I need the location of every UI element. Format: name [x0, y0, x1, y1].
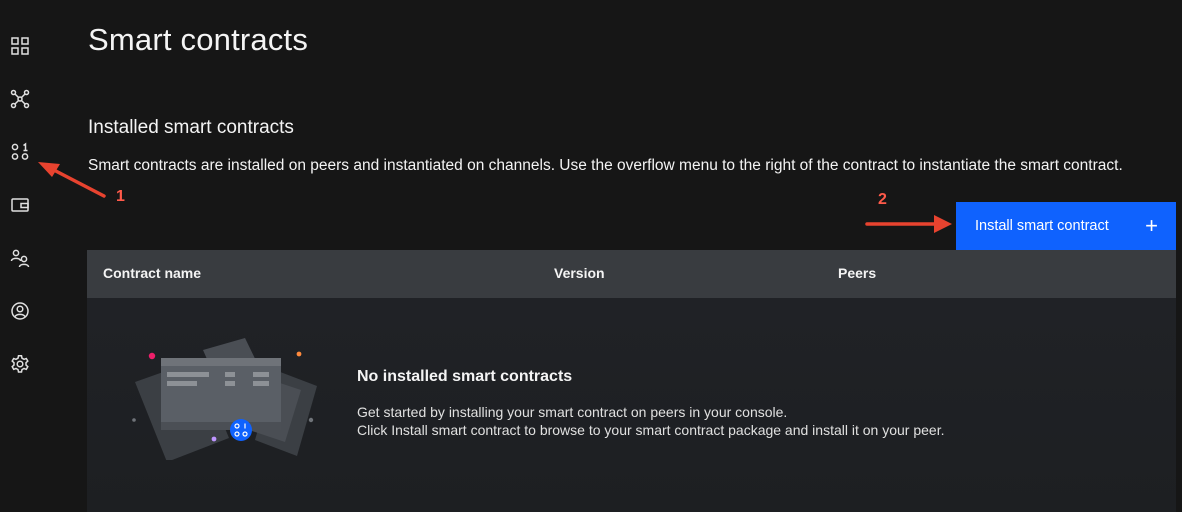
empty-state-title: No installed smart contracts [357, 368, 573, 385]
empty-state-line-1: Get started by installing your smart con… [357, 404, 788, 420]
annotation-arrow-1 [38, 162, 106, 198]
install-smart-contract-button[interactable]: Install smart contract + [956, 202, 1176, 250]
table-header: Contract name Version Peers [87, 250, 1176, 298]
empty-state: No installed smart contracts Get started… [87, 298, 1176, 512]
install-button-label: Install smart contract [975, 218, 1109, 234]
empty-state-description: Get started by installing your smart con… [357, 403, 957, 439]
network-nodes-icon[interactable] [8, 87, 32, 111]
section-title: Installed smart contracts [88, 117, 294, 138]
annotation-label-2: 2 [878, 191, 887, 208]
section-description: Smart contracts are installed on peers a… [88, 157, 1123, 174]
empty-state-illustration-icon [132, 338, 317, 460]
users-icon[interactable] [8, 246, 32, 270]
column-header-version[interactable]: Version [554, 250, 605, 298]
left-nav [0, 0, 40, 512]
column-header-contract-name[interactable]: Contract name [103, 250, 201, 298]
annotation-arrow-2 [865, 215, 952, 233]
wallet-icon[interactable] [8, 193, 32, 217]
user-profile-icon[interactable] [8, 299, 32, 323]
dashboard-grid-icon[interactable] [8, 34, 32, 58]
page-title: Smart contracts [88, 22, 309, 57]
settings-gear-icon[interactable] [8, 352, 32, 376]
annotation-label-1: 1 [116, 188, 125, 205]
smart-contracts-table: Contract name Version Peers No installed… [87, 250, 1176, 512]
plus-icon: + [1145, 213, 1158, 238]
smart-contracts-icon[interactable] [8, 140, 32, 164]
empty-state-line-2: Click Install smart contract to browse t… [357, 422, 945, 438]
column-header-peers[interactable]: Peers [838, 250, 876, 298]
